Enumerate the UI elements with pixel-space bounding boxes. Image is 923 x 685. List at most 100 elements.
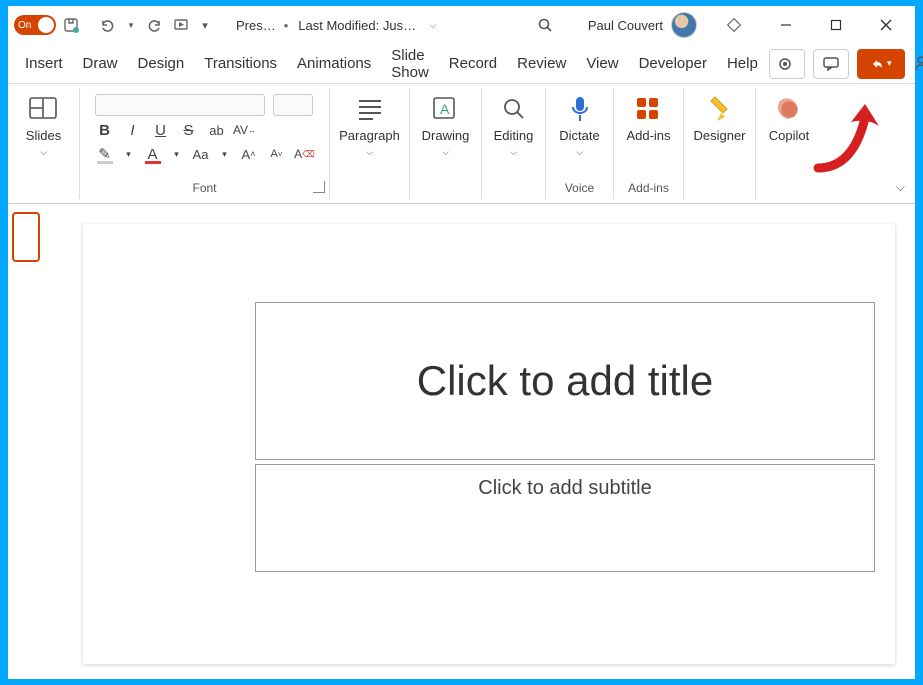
italic-button[interactable]: I xyxy=(123,120,143,140)
maximize-button[interactable] xyxy=(813,10,859,40)
font-name-dropdown[interactable] xyxy=(95,94,265,116)
drawing-icon: A xyxy=(431,94,461,124)
slide[interactable]: Click to add title Click to add subtitle xyxy=(83,224,895,664)
slides-label: Slides xyxy=(26,128,61,143)
strikethrough-button[interactable]: S xyxy=(179,120,199,140)
annotation-arrow xyxy=(803,98,893,178)
ribbon: Slides ⌵ B I U S ab AV↔ ✎ xyxy=(8,84,915,204)
undo-dropdown-icon[interactable]: ▾ xyxy=(122,14,140,36)
character-spacing-button[interactable]: AV↔ xyxy=(235,120,255,140)
addins-button[interactable]: Add-ins xyxy=(620,90,676,147)
start-slideshow-icon[interactable] xyxy=(170,14,192,36)
font-size-dropdown[interactable] xyxy=(273,94,313,116)
tab-view[interactable]: View xyxy=(577,49,627,78)
designer-button[interactable]: Designer xyxy=(687,90,751,147)
font-color-dropdown[interactable]: ▾ xyxy=(171,144,183,164)
addins-label: Add-ins xyxy=(626,128,670,143)
copilot-icon xyxy=(774,94,804,124)
autosave-label: On xyxy=(18,20,31,31)
slide-thumbnail-1[interactable] xyxy=(12,212,40,262)
tab-help[interactable]: Help xyxy=(718,49,767,78)
underline-button[interactable]: U xyxy=(151,120,171,140)
chevron-down-icon: ⌵ xyxy=(576,147,583,158)
thumbnail-pane[interactable] xyxy=(8,204,63,679)
paragraph-button[interactable]: Paragraph ⌵ xyxy=(333,90,406,162)
font-group-label: Font xyxy=(192,181,216,197)
tab-draw[interactable]: Draw xyxy=(74,49,127,78)
text-shadow-button[interactable]: ab xyxy=(207,120,227,140)
grow-font-button[interactable]: A˄ xyxy=(239,144,259,164)
bold-button[interactable]: B xyxy=(95,120,115,140)
dictate-label: Dictate xyxy=(559,128,599,143)
chevron-down-icon: ⌵ xyxy=(510,147,517,158)
group-paragraph: Paragraph ⌵ xyxy=(330,88,410,199)
separator-dot: • xyxy=(284,18,291,33)
redo-icon[interactable] xyxy=(144,14,166,36)
dictate-button[interactable]: Dictate ⌵ xyxy=(553,90,605,162)
workspace: Click to add title Click to add subtitle xyxy=(8,204,915,679)
doc-name[interactable]: Pres… xyxy=(232,18,280,33)
group-font: B I U S ab AV↔ ✎ ▾ A ▾ Aa ▾ A˄ A˅ A⌫ xyxy=(80,88,330,199)
highlight-button[interactable]: ✎ xyxy=(95,144,115,164)
designer-icon xyxy=(705,94,735,124)
tab-animations[interactable]: Animations xyxy=(288,49,380,78)
drawing-label: Drawing xyxy=(422,128,470,143)
group-slides: Slides ⌵ xyxy=(8,88,80,199)
voice-group-label: Voice xyxy=(565,181,594,197)
tab-transitions[interactable]: Transitions xyxy=(195,49,286,78)
drawing-button[interactable]: A Drawing ⌵ xyxy=(416,90,476,162)
designer-label: Designer xyxy=(693,128,745,143)
addins-icon xyxy=(633,94,663,124)
chevron-down-icon: ⌵ xyxy=(442,147,449,158)
tab-insert[interactable]: Insert xyxy=(16,49,72,78)
group-designer: Designer xyxy=(684,88,756,199)
doc-dropdown-icon[interactable]: ⌵ xyxy=(424,14,442,36)
tab-record[interactable]: Record xyxy=(440,49,506,78)
autosave-toggle[interactable]: On xyxy=(14,15,56,35)
paragraph-label: Paragraph xyxy=(339,128,400,143)
share-button[interactable]: ▾ xyxy=(857,49,905,79)
avatar[interactable] xyxy=(671,12,697,38)
group-voice: Dictate ⌵ Voice xyxy=(546,88,614,199)
minimize-button[interactable] xyxy=(763,10,809,40)
title-bar: On ▾ ▾ Pres… • Last Modified: Jus… ⌵ Pau… xyxy=(8,6,915,44)
group-addins: Add-ins Add-ins xyxy=(614,88,684,199)
tab-design[interactable]: Design xyxy=(129,49,194,78)
editing-button[interactable]: Editing ⌵ xyxy=(488,90,540,162)
last-modified-label[interactable]: Last Modified: Jus… xyxy=(294,18,420,33)
chevron-down-icon: ⌵ xyxy=(40,147,47,158)
clear-formatting-button[interactable]: A⌫ xyxy=(295,144,315,164)
subtitle-placeholder-text: Click to add subtitle xyxy=(478,477,651,500)
camera-tool-icon[interactable] xyxy=(769,49,805,79)
editing-search-icon xyxy=(499,94,529,124)
premium-icon[interactable] xyxy=(723,14,745,36)
qat-customize-icon[interactable]: ▾ xyxy=(196,14,214,36)
account-manager-icon[interactable] xyxy=(913,53,923,75)
highlight-dropdown[interactable]: ▾ xyxy=(123,144,135,164)
paragraph-icon xyxy=(355,94,385,124)
tab-developer[interactable]: Developer xyxy=(630,49,716,78)
change-case-button[interactable]: Aa xyxy=(191,144,211,164)
search-icon[interactable] xyxy=(534,14,556,36)
font-color-button[interactable]: A xyxy=(143,144,163,164)
collapse-ribbon-icon[interactable]: ⌵ xyxy=(896,180,905,195)
case-dropdown[interactable]: ▾ xyxy=(219,144,231,164)
comments-icon[interactable] xyxy=(813,49,849,79)
font-dialog-launcher[interactable] xyxy=(313,181,325,193)
close-button[interactable] xyxy=(863,10,909,40)
slide-canvas-area[interactable]: Click to add title Click to add subtitle xyxy=(63,204,915,679)
slides-button[interactable]: Slides ⌵ xyxy=(20,90,67,162)
svg-text:A: A xyxy=(440,101,450,117)
tab-review[interactable]: Review xyxy=(508,49,575,78)
microphone-icon xyxy=(565,94,595,124)
undo-icon[interactable] xyxy=(96,14,118,36)
title-placeholder[interactable]: Click to add title xyxy=(255,302,875,460)
subtitle-placeholder[interactable]: Click to add subtitle xyxy=(255,464,875,572)
save-icon[interactable] xyxy=(60,14,82,36)
shrink-font-button[interactable]: A˅ xyxy=(267,144,287,164)
slides-icon xyxy=(28,94,58,124)
group-drawing: A Drawing ⌵ xyxy=(410,88,482,199)
user-name[interactable]: Paul Couvert xyxy=(584,18,667,33)
editing-label: Editing xyxy=(494,128,534,143)
tab-slideshow[interactable]: Slide Show xyxy=(382,41,438,87)
